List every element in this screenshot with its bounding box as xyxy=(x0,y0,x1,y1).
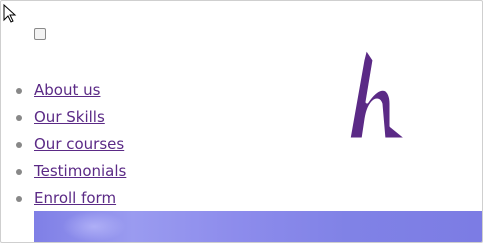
nav-link-enroll-form[interactable]: Enroll form xyxy=(34,189,116,207)
browser-viewport: About us Our Skills Our courses Testimon… xyxy=(0,0,483,243)
nav-link-our-courses[interactable]: Our courses xyxy=(34,135,124,153)
nav-link-testimonials[interactable]: Testimonials xyxy=(34,162,126,180)
nav-link-about-us[interactable]: About us xyxy=(34,81,100,99)
nav-link-our-skills[interactable]: Our Skills xyxy=(34,108,105,126)
main-nav-list: About us Our Skills Our courses Testimon… xyxy=(1,80,126,215)
h-logo-icon[interactable] xyxy=(344,44,410,144)
hero-banner-image xyxy=(34,211,482,242)
list-bullet xyxy=(16,115,22,121)
list-bullet xyxy=(16,169,22,175)
nav-item-testimonials: Testimonials xyxy=(1,161,126,188)
nav-item-about-us: About us xyxy=(1,80,126,107)
mouse-pointer-icon xyxy=(3,4,17,23)
nav-item-our-skills: Our Skills xyxy=(1,107,126,134)
banner-highlight xyxy=(62,211,126,242)
menu-toggle-checkbox[interactable] xyxy=(34,28,46,40)
nav-item-our-courses: Our courses xyxy=(1,134,126,161)
list-bullet xyxy=(16,142,22,148)
list-bullet xyxy=(16,196,22,202)
list-bullet xyxy=(16,88,22,94)
